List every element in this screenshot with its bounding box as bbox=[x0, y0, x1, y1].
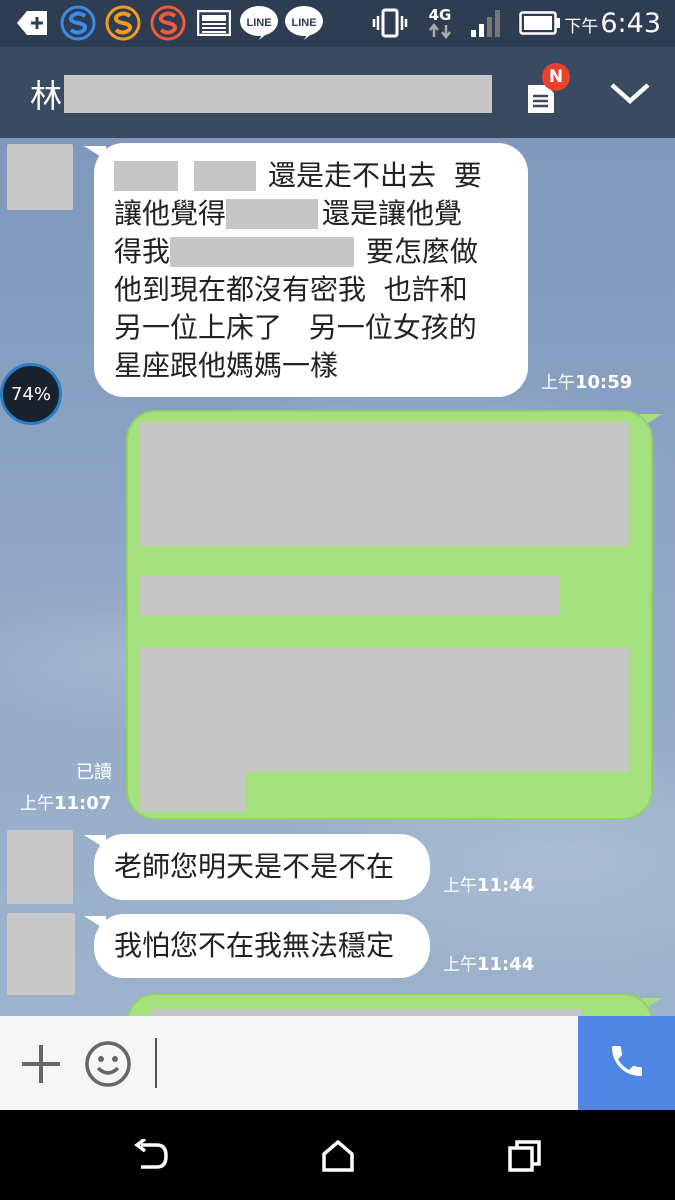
network-4g-icon: 4G bbox=[420, 6, 460, 40]
message-text-segment: 還是走不出去 要 bbox=[268, 159, 482, 192]
message-line: 他到現在都沒有密我 也許和 bbox=[114, 273, 468, 306]
notes-badge: N bbox=[542, 63, 570, 91]
message-line: 星座跟他媽媽一樣 bbox=[114, 349, 339, 382]
redacted-text bbox=[170, 237, 355, 267]
message-text: 老師您明天是不是不在 bbox=[114, 850, 395, 883]
message-timestamp: 上午11:44 bbox=[443, 950, 534, 975]
timestamp-prefix: 上午 bbox=[20, 794, 54, 814]
vibrate-icon bbox=[372, 6, 408, 40]
message-bubble-incoming[interactable]: 老師您明天是不是不在 bbox=[94, 834, 430, 900]
call-button[interactable] bbox=[578, 1016, 675, 1110]
message-input-bar bbox=[0, 1016, 675, 1110]
timestamp-time: 11:07 bbox=[54, 793, 112, 814]
message-bubble-outgoing[interactable] bbox=[126, 993, 653, 1016]
redacted-text bbox=[114, 161, 178, 191]
message-line: 得我 要怎麼做 bbox=[114, 233, 524, 271]
message-line: 另一位上床了 另一位女孩的 bbox=[114, 311, 477, 344]
s-app-icon-orange bbox=[105, 5, 141, 41]
message-line: 讓他覺得 還是讓他覺 bbox=[114, 195, 524, 233]
message-input[interactable] bbox=[150, 1032, 570, 1094]
avatar[interactable] bbox=[7, 830, 73, 904]
message-timestamp: 上午10:59 bbox=[541, 368, 632, 393]
avatar[interactable] bbox=[7, 144, 73, 210]
navigation-bar bbox=[0, 1110, 675, 1200]
line-icon: LINE bbox=[238, 6, 280, 40]
clock-time: 6:43 bbox=[600, 8, 661, 39]
message-bubble-incoming[interactable]: 還是走不出去 要 讓他覺得 還是讓他覺 得我 要怎麼做 他到現在都沒有密我 也許… bbox=[94, 143, 528, 397]
svg-text:LINE: LINE bbox=[291, 17, 316, 29]
timestamp-time: 11:44 bbox=[477, 954, 535, 975]
message-text: 還是走不出去 要 讓他覺得 還是讓他覺 得我 要怎麼做 他到現在都沒有密我 也許… bbox=[114, 157, 524, 385]
message-timestamp: 上午11:07 bbox=[20, 789, 111, 814]
chat-title-text: 林 bbox=[30, 77, 63, 115]
notes-button[interactable]: N bbox=[520, 63, 570, 119]
redacted-content bbox=[140, 770, 246, 812]
battery-widget[interactable]: 74% bbox=[0, 363, 62, 425]
timestamp-prefix: 上午 bbox=[443, 876, 477, 896]
message-text-segment: 得我 bbox=[114, 235, 171, 268]
chat-header: 林 N bbox=[0, 47, 675, 138]
s-app-icon-red bbox=[150, 5, 186, 41]
clock-ampm: 下午 bbox=[564, 17, 599, 37]
message-text-segment: 要怎麼做 bbox=[366, 235, 479, 268]
message-line: 還是走不出去 要 bbox=[114, 157, 524, 195]
text-cursor bbox=[155, 1038, 157, 1088]
chat-history[interactable]: 還是走不出去 要 讓他覺得 還是讓他覺 得我 要怎麼做 他到現在都沒有密我 也許… bbox=[0, 138, 675, 1016]
redacted-text bbox=[226, 199, 319, 229]
read-receipt: 已讀 bbox=[76, 762, 112, 783]
home-icon[interactable] bbox=[314, 1132, 362, 1180]
phone-icon bbox=[607, 1041, 647, 1085]
redacted-content bbox=[140, 648, 629, 772]
status-bar: LINE LINE 4G 下午 6:43 bbox=[0, 0, 675, 47]
chevron-down-icon[interactable] bbox=[608, 79, 652, 111]
timestamp-time: 11:44 bbox=[477, 875, 535, 896]
clock: 下午 6:43 bbox=[564, 8, 661, 39]
timestamp-time: 10:59 bbox=[575, 372, 633, 393]
message-timestamp: 上午11:44 bbox=[443, 871, 534, 896]
avatar[interactable] bbox=[7, 913, 75, 995]
recents-icon[interactable] bbox=[501, 1132, 549, 1180]
s-app-icon-blue bbox=[60, 5, 96, 41]
add-notification-icon bbox=[16, 6, 50, 40]
chat-title[interactable]: 林 bbox=[30, 71, 493, 117]
signal-icon bbox=[467, 6, 507, 40]
message-text-segment: 還是讓他覺 bbox=[322, 197, 463, 230]
battery-widget-percent: 74% bbox=[10, 383, 51, 405]
message-text: 我怕您不在我無法穩定 bbox=[114, 929, 395, 962]
redacted-text bbox=[194, 161, 256, 191]
redacted-title bbox=[64, 75, 493, 113]
emoji-icon[interactable] bbox=[84, 1040, 132, 1092]
back-icon[interactable] bbox=[126, 1132, 174, 1180]
redacted-content bbox=[140, 422, 629, 546]
battery-icon bbox=[518, 6, 562, 40]
message-bubble-incoming[interactable]: 我怕您不在我無法穩定 bbox=[94, 914, 430, 978]
redacted-content bbox=[152, 1009, 582, 1016]
network-label: 4G bbox=[428, 5, 452, 24]
timestamp-prefix: 上午 bbox=[443, 955, 477, 975]
message-bubble-outgoing[interactable] bbox=[126, 410, 653, 820]
message-text-segment: 讓他覺得 bbox=[114, 197, 227, 230]
svg-text:LINE: LINE bbox=[246, 17, 271, 29]
timestamp-prefix: 上午 bbox=[541, 373, 575, 393]
plus-icon[interactable] bbox=[20, 1043, 62, 1089]
image-icon bbox=[196, 6, 232, 40]
redacted-content bbox=[140, 576, 560, 616]
line-icon: LINE bbox=[283, 6, 325, 40]
